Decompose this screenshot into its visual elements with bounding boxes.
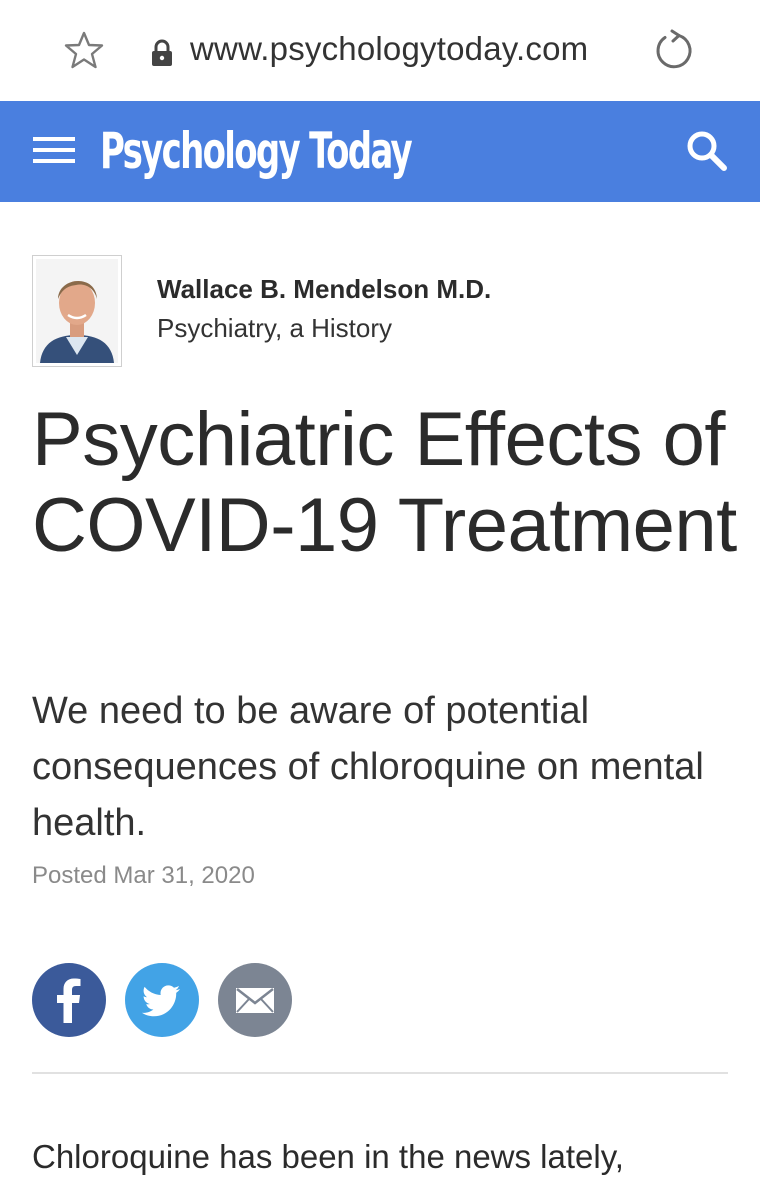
facebook-icon xyxy=(57,978,81,1023)
menu-icon[interactable] xyxy=(33,134,75,166)
search-icon[interactable] xyxy=(684,128,730,174)
posted-date: Posted Mar 31, 2020 xyxy=(32,862,255,889)
article-subtitle: We need to be aware of potential consequ… xyxy=(32,690,704,844)
author-name[interactable]: Wallace B. Mendelson M.D. xyxy=(157,274,491,305)
browser-url-bar: www.psychologytoday.com xyxy=(0,0,760,101)
url-text[interactable]: www.psychologytoday.com xyxy=(190,30,588,68)
twitter-icon xyxy=(141,985,180,1017)
site-header: Psychology Today xyxy=(0,101,760,202)
star-icon[interactable] xyxy=(64,30,104,70)
blog-name[interactable]: Psychiatry, a History xyxy=(157,313,392,344)
site-logo[interactable]: Psychology Today xyxy=(100,119,413,183)
email-share-button[interactable] xyxy=(218,963,292,1037)
article-body-text: Chloroquine has been in the news lately, xyxy=(32,1138,624,1175)
facebook-share-button[interactable] xyxy=(32,963,106,1037)
divider xyxy=(32,1072,728,1074)
article-title: Psychiatric Effects of COVID-19 Treatmen… xyxy=(32,397,737,568)
mail-icon xyxy=(236,988,274,1013)
lock-icon xyxy=(150,39,174,67)
twitter-share-button[interactable] xyxy=(125,963,199,1037)
reload-icon[interactable] xyxy=(652,29,696,73)
author-avatar[interactable] xyxy=(32,255,122,367)
